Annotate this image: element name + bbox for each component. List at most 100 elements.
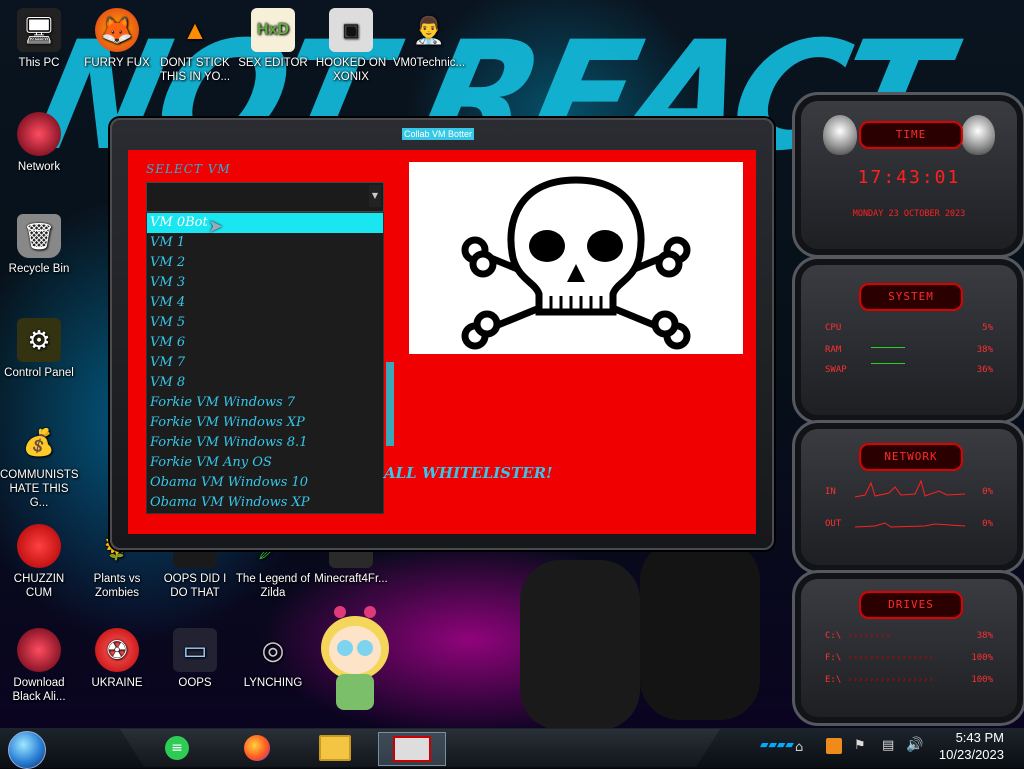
time-gadget-clock: 17:43:01	[857, 167, 961, 188]
system-row-swap: SWAP 36%	[825, 365, 993, 375]
screen-icon: ▭	[173, 628, 217, 672]
skull-crossbones-icon	[461, 176, 691, 350]
firefox-icon: 🦊	[95, 8, 139, 52]
dropdown-item[interactable]: VM 1	[147, 233, 383, 253]
dropdown-item[interactable]: Forkie VM Any OS	[147, 453, 383, 473]
drive-bar-f: ››››››››››››››››	[847, 653, 934, 663]
system-gadget: SYSTEM CPU 5% RAM 38% SWAP 36%	[792, 256, 1024, 424]
window-title: Collab VM Botter	[402, 128, 475, 140]
drive-row-c: C:\ ›››››››› 38%	[825, 631, 993, 641]
desktop-icon-chuzzin-cum[interactable]: CHUZZIN CUM	[0, 524, 78, 600]
partially-hidden-button[interactable]	[386, 362, 394, 446]
dropdown-item[interactable]: VM 8	[147, 373, 383, 393]
taskbar-date: 10/23/2023	[938, 747, 1004, 762]
system-row-cpu: CPU 5%	[825, 323, 993, 333]
drive-bar-e: ››››››››››››››››	[847, 675, 934, 685]
collab-vm-botter-window[interactable]: Collab VM Botter SELECT VM ▼ VM 0Bot VM …	[110, 118, 774, 550]
network-out-graph	[855, 522, 965, 528]
desktop-icon-furry-fux[interactable]: 🦊 FURRY FUX	[78, 8, 156, 70]
taskbar-app-firefox[interactable]	[240, 732, 274, 764]
drive-bar-c: ››››››››	[847, 631, 891, 641]
dropdown-item[interactable]: VM 6	[147, 333, 383, 353]
dropdown-item[interactable]: Obama VM Windows XP	[147, 493, 383, 513]
system-row-ram: RAM 38%	[825, 345, 993, 355]
time-gadget-date: MONDAY 23 OCTOBER 2023	[852, 209, 966, 219]
vm-dropdown-list[interactable]: VM 0Bot VM 1 VM 2 VM 3 VM 4 VM 5 VM 6 VM…	[146, 212, 384, 514]
desktop-icon-this-pc[interactable]: 🖥 This PC	[0, 8, 78, 70]
radiation-icon: ☢	[95, 628, 139, 672]
recycle-bin-icon: 🗑	[17, 214, 61, 258]
hex-editor-icon: HxD	[251, 8, 295, 52]
desktop-icon-communists[interactable]: 💰 COMMUNISTS HATE THIS G...	[0, 420, 79, 510]
dropdown-item[interactable]: VM 5	[147, 313, 383, 333]
alien-head-icon	[961, 115, 995, 155]
dropdown-item[interactable]: VM 0Bot	[147, 213, 383, 233]
time-gadget: TIME 17:43:01 MONDAY 23 OCTOBER 2023	[792, 92, 1024, 258]
rope-icon: ◎	[261, 635, 285, 665]
computer-icon: 🖥	[17, 8, 61, 52]
skull-image	[409, 162, 743, 354]
network-orb-icon	[17, 112, 61, 156]
firefox-icon	[244, 735, 270, 761]
network-in-graph	[855, 479, 965, 498]
taskbar-app-explorer[interactable]	[318, 732, 352, 764]
chevron-down-icon[interactable]: ▼	[369, 185, 381, 207]
show-hidden-icons-icon[interactable]: ⌂	[795, 740, 803, 755]
drive-row-e: E:\ ›››››››››››››››› 100%	[825, 675, 993, 685]
dropdown-item[interactable]: VM 7	[147, 353, 383, 373]
file-explorer-icon	[319, 735, 351, 761]
network-gadget: NETWORK IN 0% OUT 0%	[792, 420, 1024, 574]
desktop-icon-ukraine[interactable]: ☢ UKRAINE	[78, 628, 156, 690]
select-vm-label: SELECT VM	[146, 162, 231, 176]
dropdown-item[interactable]: VM 3	[147, 273, 383, 293]
vlc-cone-icon: ▲	[182, 15, 208, 45]
system-gadget-title: SYSTEM	[859, 283, 963, 311]
volume-icon[interactable]: 🔊	[906, 737, 923, 753]
desktop-icon-control-panel[interactable]: ⚙ Control Panel	[0, 318, 78, 380]
money-bag-icon: 💰	[22, 427, 56, 457]
alien-head-icon	[823, 115, 857, 155]
network-gadget-title: NETWORK	[859, 443, 963, 471]
dropdown-item[interactable]: VM 4	[147, 293, 383, 313]
wallpaper-figure-left	[520, 560, 640, 728]
window-client-area: SELECT VM ▼ VM 0Bot VM 1 VM 2 VM 3 VM 4 …	[128, 150, 756, 534]
whitelister-label: ALL WHITELISTER!	[384, 464, 553, 482]
green-notes-icon: ≡	[165, 736, 189, 760]
control-panel-icon: ⚙	[17, 318, 61, 362]
mouse-cursor-icon: ➤	[208, 216, 224, 237]
desktop-icon-dont-stick[interactable]: ▲ DONT STICK THIS IN YO...	[156, 8, 234, 84]
dropdown-item[interactable]: Forkie VM Windows 7	[147, 393, 383, 413]
desktop-icon-hooked-on-xonix[interactable]: ▣ HOOKED ON XONIX	[312, 8, 390, 84]
taskbar-time: 5:43 PM	[955, 730, 1004, 745]
dropdown-item[interactable]: Obama VM Windows 10	[147, 473, 383, 493]
desktop-icon-lynching[interactable]: ◎ LYNCHING	[234, 628, 312, 690]
alien-orb-icon	[17, 628, 61, 672]
taskbar-decor-lights: ▰▰▰▰	[760, 738, 794, 751]
start-orb-icon[interactable]	[8, 731, 46, 769]
dropdown-item[interactable]: Forkie VM Windows XP	[147, 413, 383, 433]
tray-flag-icon[interactable]: ⚑	[854, 738, 866, 753]
taskbar-clock[interactable]: 5:43 PM 10/23/2023	[939, 729, 1004, 763]
wallpaper-figure-right	[640, 540, 760, 720]
dropdown-item[interactable]: Forkie VM Windows 8.1	[147, 433, 383, 453]
taskbar-app-botter-active[interactable]	[378, 732, 446, 766]
dropdown-item[interactable]: VM 2	[147, 253, 383, 273]
monitor-app-icon	[393, 736, 431, 762]
desktop-icon-oops[interactable]: ▭ OOPS	[156, 628, 234, 690]
desktop-icon-recycle-bin[interactable]: 🗑 Recycle Bin	[0, 214, 78, 276]
desktop-icon-sex-editor[interactable]: HxD SEX EDITOR	[234, 8, 312, 70]
desktop-icon-download-black-ali[interactable]: Download Black Ali...	[0, 628, 78, 704]
ram-graph-line	[871, 347, 905, 348]
desktop-icon-network[interactable]: Network	[0, 112, 78, 174]
drive-row-f: F:\ ›››››››››››››››› 100%	[825, 653, 993, 663]
network-tray-icon[interactable]: ▤	[882, 738, 894, 753]
desktop-icon-vm0technic[interactable]: 👨‍⚕️ VM0Technic...	[390, 8, 468, 70]
doctor-person-icon: 👨‍⚕️	[412, 15, 446, 45]
chuzzle-icon	[17, 524, 61, 568]
drives-gadget: DRIVES C:\ ›››››››› 38% F:\ ›››››››››››››››…	[792, 570, 1024, 726]
taskbar-app-notes[interactable]: ≡	[160, 732, 194, 764]
time-gadget-title: TIME	[859, 121, 963, 149]
vm-select-combobox[interactable]: ▼	[146, 182, 384, 212]
xonix-game-icon: ▣	[329, 8, 373, 52]
tray-app-icon[interactable]	[826, 738, 842, 754]
